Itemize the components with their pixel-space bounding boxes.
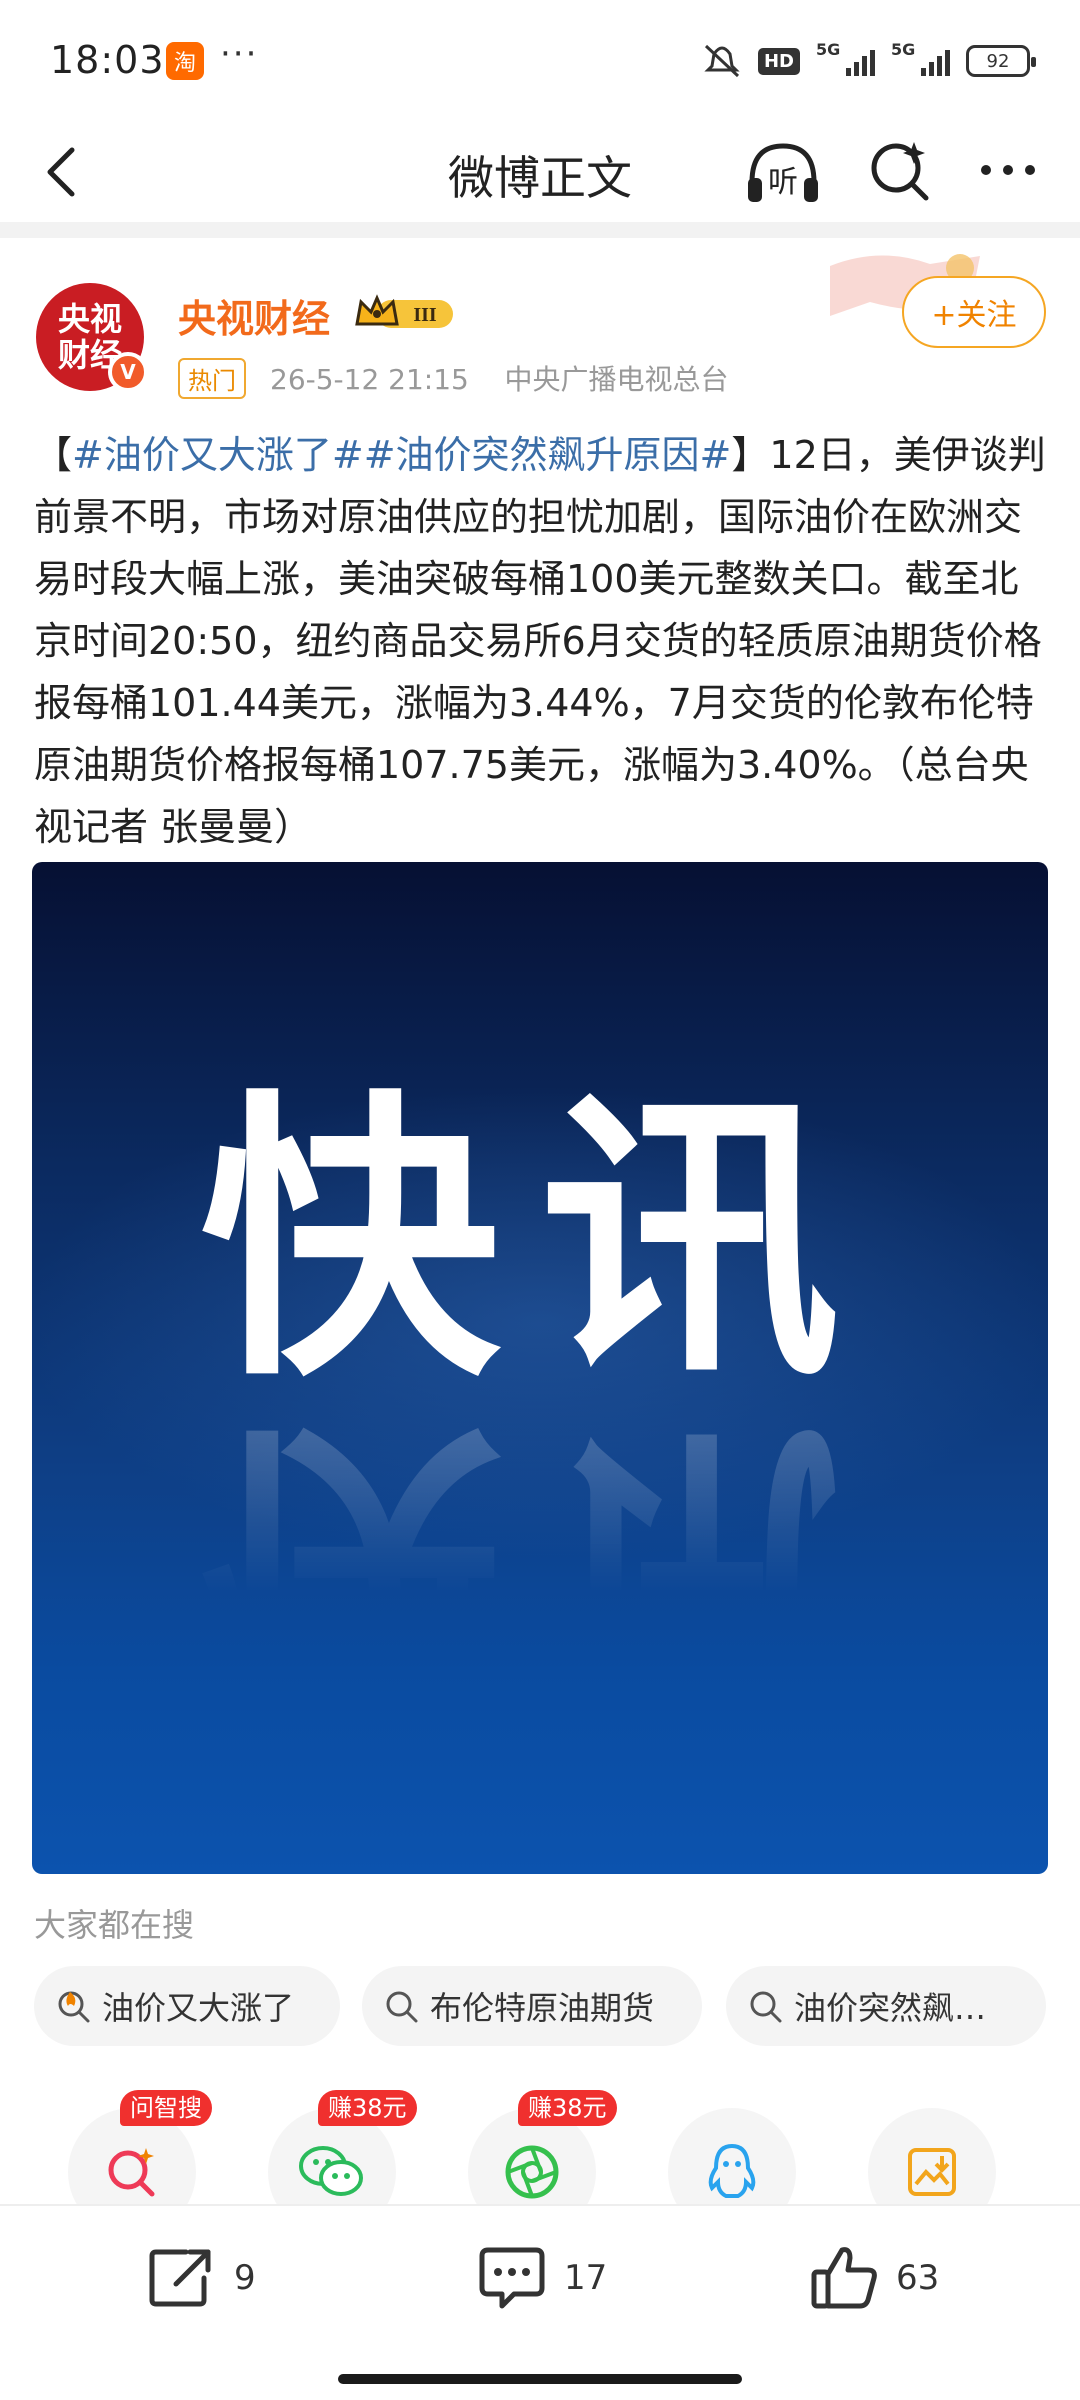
save-image-icon [908,2148,956,2196]
post-date: 26-5-12 21:15 [270,363,469,396]
repost-count: 9 [234,2258,256,2298]
moments-icon [505,2145,559,2199]
status-bar: 18:03 淘 ··· HD 5G 5G 92 [0,0,1080,120]
topic-link-2[interactable]: #油价突然飙升原因# [364,433,732,477]
follow-button[interactable]: +关注 [902,276,1046,348]
image-headline: 快讯 [200,1067,880,1416]
post-text: 12日，美伊谈判前景不明，市场对原油供应的担忧加剧，国际油价在欧洲交易时段大幅上… [34,433,1046,849]
thumbs-up-icon [811,2247,877,2309]
signal-icon-1: 5G [816,40,875,76]
hot-tag: 热门 [178,358,246,399]
listen-button[interactable]: 听 [740,130,826,216]
comment-icon [479,2247,545,2309]
avatar-text-1: 央视 [57,300,122,338]
search-chip-label: 油价突然飙… [794,1989,987,2027]
battery-icon: 92 [966,45,1036,77]
wechat-reward-badge: 赚38元 [318,2090,417,2126]
author-name[interactable]: 央视财经 [178,288,330,343]
post-meta: 26-5-12 21:15 中央广播电视总台 [270,358,729,398]
taobao-app-icon: 淘 [166,42,204,80]
status-more-icon: ··· [220,34,259,74]
comment-count: 17 [564,2258,608,2298]
page-header: 微博正文 听 [0,120,1080,224]
post-body: 【#油价又大涨了##油价突然飙升原因#】12日，美伊谈判前景不明，市场对原油供应… [34,424,1054,858]
ai-search-badge: 问智搜 [120,2090,212,2126]
bracket-close: 】 [731,433,770,477]
share-row: 问智搜 赚38元 赚38元 [0,2090,1080,2236]
topic-link-1[interactable]: #油价又大涨了# [72,433,364,477]
like-count: 63 [896,2258,940,2298]
hot-search-icon [58,1991,90,2023]
mute-icon [704,44,740,78]
post-image[interactable]: 快讯 快讯 [32,862,1048,1874]
search-heading: 大家都在搜 [34,1906,195,1944]
like-button[interactable]: 63 [808,2242,939,2314]
search-chip[interactable]: 油价突然飙… [726,1966,1046,2046]
moments-reward-badge: 赚38元 [518,2090,617,2126]
wechat-icon [299,2146,363,2196]
svg-text:听: 听 [768,165,798,200]
search-chip[interactable]: 油价又大涨了 [34,1966,340,2046]
status-indicators: HD 5G 5G 92 [702,40,1036,78]
repost-button[interactable]: 9 [146,2242,256,2314]
header-divider [0,222,1080,238]
post-source: 中央广播电视总台 [504,363,729,396]
svg-text:III: III [413,304,437,326]
signal-icon-2: 5G [891,40,950,76]
search-icon [871,142,929,201]
vip-crown-badge-icon: III [355,294,453,328]
search-chip-label: 油价又大涨了 [102,1989,295,2027]
status-time: 18:03 [50,38,165,82]
action-bar: 9 17 63 [0,2204,1080,2354]
search-chip[interactable]: 布伦特原油期货 [362,1966,702,2046]
more-icon [981,165,1035,175]
search-icon [750,1991,782,2023]
hd-voice-icon: HD [757,47,800,75]
search-icon [386,1991,418,2023]
bracket-open: 【 [34,433,73,477]
qq-icon [708,2143,756,2198]
home-indicator[interactable] [338,2374,742,2384]
headphones-icon: 听 [748,143,818,202]
comment-button[interactable]: 17 [476,2242,607,2314]
more-options-button[interactable] [968,130,1048,210]
repost-icon [149,2249,211,2307]
search-chip-label: 布伦特原油期货 [430,1989,655,2027]
ai-search-icon [108,2148,155,2197]
verified-badge-icon: V [108,352,148,392]
search-button[interactable] [860,130,940,210]
image-headline-reflection: 快讯 [200,1388,880,1737]
